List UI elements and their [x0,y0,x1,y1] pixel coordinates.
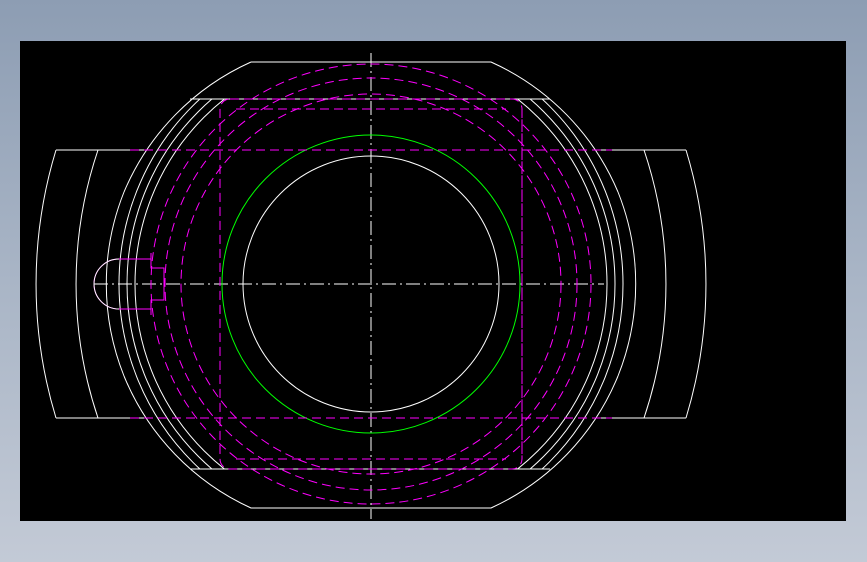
cad-drawing [35,53,707,519]
ball-body-outline-right [617,191,637,377]
cad-viewport[interactable] [20,41,846,521]
right-flange-outline [594,149,707,419]
